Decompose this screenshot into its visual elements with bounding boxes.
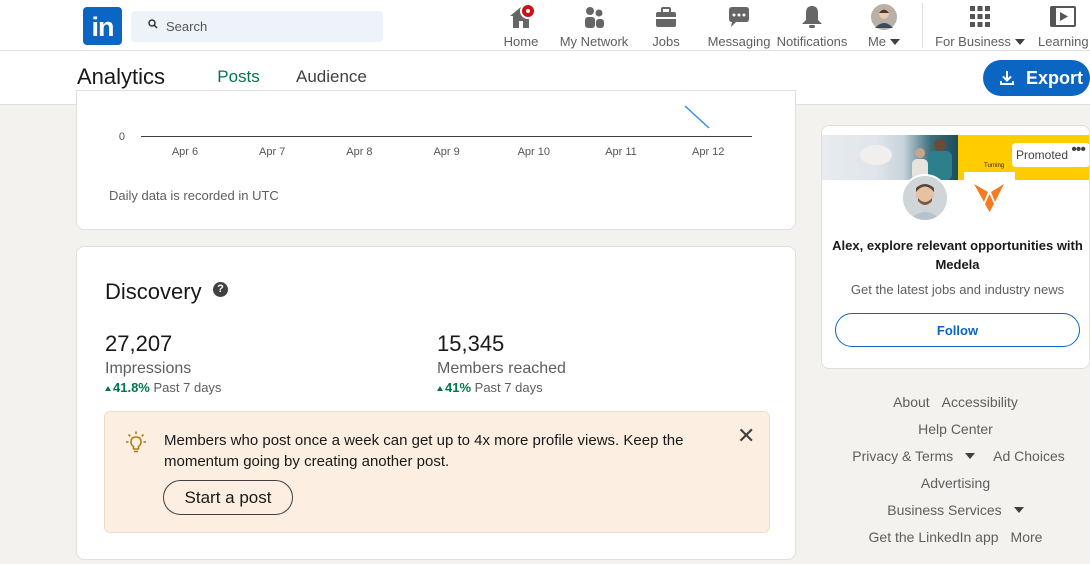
chevron-down-icon [965, 453, 976, 459]
footer-link-business-services[interactable]: Business Services [881, 502, 1029, 518]
y-axis-zero-label: 0 [119, 131, 125, 143]
privacy-terms-label: Privacy & Terms [852, 448, 954, 464]
export-label: Export [1025, 68, 1083, 88]
chevron-down-icon [1013, 507, 1024, 513]
utc-note: Daily data is recorded in UTC [109, 188, 279, 203]
footer-link-get-app[interactable]: Get the LinkedIn app [869, 529, 999, 545]
company-logo-icon [974, 184, 1004, 212]
nav-jobs[interactable]: Jobs [648, 3, 684, 50]
nav-messaging[interactable]: Messaging [705, 3, 773, 50]
trend-up-icon [437, 386, 443, 391]
help-icon[interactable]: ? [213, 282, 228, 297]
trend-up-icon [105, 386, 111, 391]
nav-me[interactable]: Me [864, 3, 904, 50]
nav-label-notifications: Notifications [776, 34, 848, 49]
promoted-text: Promoted [1016, 148, 1069, 162]
footer-link-about[interactable]: About [893, 394, 930, 410]
nav-notifications[interactable]: Notifications [773, 3, 851, 50]
promoted-ad-card: Turning Promoted ••• Alex, explore relev… [821, 125, 1090, 369]
profile-avatar-icon [871, 4, 897, 30]
footer-link-ad-choices[interactable]: Ad Choices [993, 448, 1065, 464]
nav-label-messaging: Messaging [707, 34, 771, 49]
person-photo-icon [903, 176, 947, 220]
discovery-card: Discovery ? 27,207 Impressions 41.8% Pas… [76, 246, 796, 560]
x-axis-tick-label: Apr 8 [346, 146, 372, 158]
footer-link-help-center[interactable]: Help Center [918, 421, 993, 437]
people-icon [585, 7, 604, 28]
search-icon [148, 19, 158, 29]
tip-message: Members who post once a week can get up … [164, 432, 684, 470]
ad-subtext: Get the latest jobs and industry news [850, 282, 1065, 297]
more-options-icon[interactable]: ••• [1071, 138, 1086, 162]
impressions-value: 27,207 [105, 331, 173, 356]
footer-link-accessibility[interactable]: Accessibility [942, 394, 1018, 410]
search-bar[interactable] [131, 11, 383, 42]
x-axis-tick-label: Apr 10 [518, 146, 550, 158]
x-axis-tick-label: Apr 11 [605, 146, 637, 158]
footer-link-privacy-terms[interactable]: Privacy & Terms [846, 448, 981, 464]
x-axis-tick-label: Apr 9 [433, 146, 459, 158]
ad-headline: Alex, explore relevant opportunities wit… [832, 238, 1083, 272]
nav-my-network[interactable]: My Network [556, 3, 632, 50]
search-input[interactable] [166, 11, 376, 42]
nav-label-me: Me [867, 34, 887, 49]
member-avatar [901, 174, 949, 222]
notification-badge [520, 3, 536, 19]
members-reached-change: 41% [445, 380, 472, 395]
page-title: Analytics [77, 64, 166, 89]
members-reached-label: Members reached [437, 360, 566, 377]
impressions-chart-card: 0 Apr 6 Apr 7 Apr 8 Apr 9 Apr 10 Apr 11 Apr 12… [76, 90, 796, 230]
download-icon [1000, 71, 1014, 85]
promoted-label: Promoted ••• [1012, 141, 1089, 167]
ad-banner-people-illustration [860, 139, 952, 180]
lightbulb-icon [126, 431, 146, 453]
footer-link-advertising[interactable]: Advertising [921, 475, 990, 491]
nav-label-learning: Learning [1038, 34, 1089, 49]
nav-label-for-business: For Business [935, 34, 1011, 49]
posting-tip-banner: Members who post once a week can get up … [104, 411, 770, 533]
members-reached-value: 15,345 [437, 331, 505, 356]
learning-play-icon [1050, 6, 1076, 27]
close-icon[interactable]: ✕ [737, 425, 755, 447]
x-axis-tick-label: Apr 12 [692, 146, 724, 158]
messaging-icon [729, 7, 749, 27]
metric-impressions[interactable]: 27,207 Impressions 41.8% Past 7 days [105, 331, 221, 395]
impressions-label: Impressions [105, 360, 192, 377]
x-axis-tick-label: Apr 7 [259, 146, 285, 158]
metric-members-reached[interactable]: 15,345 Members reached 41% Past 7 days [437, 331, 566, 395]
nav-divider [922, 3, 923, 48]
impressions-chart: 0 Apr 6 Apr 7 Apr 8 Apr 9 Apr 10 Apr 11 Apr 12 [119, 105, 752, 158]
footer-link-more[interactable]: More [1011, 529, 1043, 545]
nav-for-business[interactable]: For Business [934, 3, 1026, 50]
impressions-change: 41.8% [113, 380, 150, 395]
ad-banner-photo [822, 135, 958, 180]
x-axis-tick-label: Apr 6 [172, 146, 198, 158]
medela-logo [964, 172, 1015, 222]
members-reached-trend: 41% Past 7 days [437, 380, 566, 395]
briefcase-icon [656, 7, 676, 27]
impressions-period: Past 7 days [153, 380, 222, 395]
chevron-down-icon [1014, 39, 1025, 45]
chart-series-line [684, 105, 710, 129]
top-nav: in Home My Network Jobs Messaging Notifi… [0, 0, 1090, 51]
nav-business-label-wrap: For Business [934, 34, 1026, 49]
business-services-label: Business Services [887, 502, 1002, 518]
start-a-post-button[interactable]: Start a post [163, 480, 293, 515]
discovery-title: Discovery [105, 279, 202, 304]
impressions-trend: 41.8% Past 7 days [105, 380, 221, 395]
linkedin-logo[interactable]: in [83, 7, 122, 45]
nav-me-label-wrap: Me [864, 34, 904, 49]
export-button[interactable]: Export [983, 60, 1090, 96]
nav-learning[interactable]: Learning [1036, 3, 1090, 50]
chevron-down-icon [890, 39, 901, 45]
ad-banner-text: Turning [984, 163, 1005, 169]
follow-button[interactable]: Follow [835, 313, 1080, 347]
nav-label-my-network: My Network [559, 34, 629, 49]
nav-label-home: Home [503, 34, 539, 49]
nav-label-jobs: Jobs [652, 34, 680, 49]
bell-icon [802, 6, 822, 28]
members-reached-period: Past 7 days [474, 380, 543, 395]
grid-apps-icon [970, 6, 990, 27]
nav-home[interactable]: Home [500, 3, 542, 50]
